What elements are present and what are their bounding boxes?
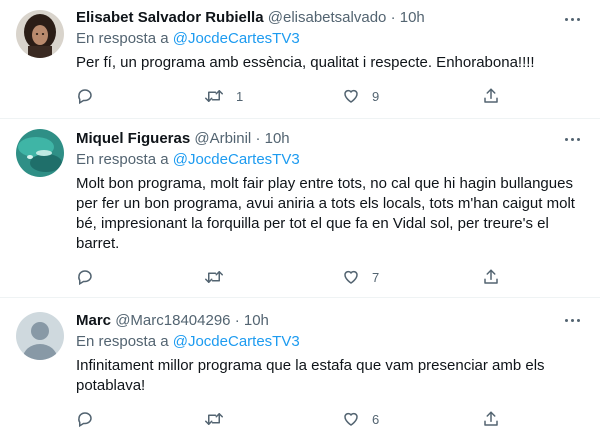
display-name[interactable]: Elisabet Salvador Rubiella — [76, 9, 264, 26]
reply-icon — [78, 270, 92, 286]
reply-prefix: En resposta a — [76, 151, 169, 168]
timestamp[interactable]: 10h — [244, 312, 269, 329]
tweet-text: Per fí, un programa amb essència, qualit… — [76, 54, 535, 71]
reply-button[interactable] — [76, 267, 94, 287]
tweet[interactable]: Miquel Figueras @Arbinil · 10h En respos… — [0, 119, 600, 298]
like-button[interactable]: 6 — [342, 409, 379, 429]
reply-button[interactable] — [76, 86, 94, 106]
like-button[interactable]: 9 — [342, 86, 379, 106]
like-count: 6 — [372, 411, 380, 427]
separator-dot: · — [234, 312, 240, 329]
reply-icon — [78, 89, 92, 105]
separator-dot: · — [255, 130, 261, 147]
user-handle[interactable]: @Arbinil — [194, 130, 251, 147]
share-button[interactable] — [482, 267, 500, 287]
like-count: 9 — [372, 88, 380, 104]
user-handle[interactable]: @Marc18404296 — [115, 312, 230, 329]
reply-context: En resposta a @JocdeCartesTV3 — [76, 332, 584, 352]
tweet-actions: 6 — [76, 409, 516, 429]
retweet-button[interactable] — [204, 267, 236, 287]
separator-dot: · — [390, 9, 396, 26]
tweet[interactable]: Elisabet Salvador Rubiella @elisabetsalv… — [0, 0, 600, 119]
tweet-actions: 7 — [76, 267, 516, 287]
like-count: 7 — [372, 269, 380, 285]
share-button[interactable] — [482, 409, 500, 429]
replies-feed: Elisabet Salvador Rubiella @elisabetsalv… — [0, 0, 600, 439]
tweet-content: Elisabet Salvador Rubiella @elisabetsalv… — [76, 8, 584, 73]
more-icon[interactable] — [562, 9, 582, 29]
share-icon — [484, 88, 498, 103]
user-handle[interactable]: @elisabetsalvado — [268, 9, 387, 26]
tweet-text: Molt bon programa, molt fair play entre … — [76, 175, 575, 252]
tweet-header: Elisabet Salvador Rubiella @elisabetsalv… — [76, 8, 584, 28]
retweet-button[interactable]: 1 — [204, 86, 243, 106]
reply-icon — [78, 412, 92, 428]
reply-button[interactable] — [76, 409, 94, 429]
reply-context: En resposta a @JocdeCartesTV3 — [76, 150, 584, 170]
avatar[interactable] — [16, 10, 64, 58]
tweet[interactable]: Marc @Marc18404296 · 10h En resposta a @… — [0, 298, 600, 439]
timestamp[interactable]: 10h — [400, 9, 425, 26]
like-icon — [344, 412, 358, 426]
reply-context: En resposta a @JocdeCartesTV3 — [76, 29, 584, 49]
like-icon — [344, 270, 358, 284]
tweet-content: Marc @Marc18404296 · 10h En resposta a @… — [76, 311, 584, 396]
more-icon[interactable] — [562, 129, 582, 149]
reply-mention-link[interactable]: @JocdeCartesTV3 — [173, 333, 300, 350]
avatar[interactable] — [16, 129, 64, 177]
more-icon[interactable] — [562, 310, 582, 330]
retweet-button[interactable] — [204, 409, 236, 429]
retweet-icon — [205, 90, 223, 102]
share-icon — [484, 269, 498, 284]
share-button[interactable] — [482, 86, 500, 106]
tweet-header: Miquel Figueras @Arbinil · 10h — [76, 129, 584, 149]
timestamp[interactable]: 10h — [265, 130, 290, 147]
tweet-content: Miquel Figueras @Arbinil · 10h En respos… — [76, 129, 584, 254]
retweet-count: 1 — [236, 88, 244, 104]
reply-prefix: En resposta a — [76, 333, 169, 350]
display-name[interactable]: Miquel Figueras — [76, 130, 190, 147]
like-button[interactable]: 7 — [342, 267, 379, 287]
reply-mention-link[interactable]: @JocdeCartesTV3 — [173, 30, 300, 47]
reply-mention-link[interactable]: @JocdeCartesTV3 — [173, 151, 300, 168]
retweet-icon — [205, 413, 223, 425]
display-name[interactable]: Marc — [76, 312, 111, 329]
like-icon — [344, 89, 358, 103]
share-icon — [484, 411, 498, 426]
reply-prefix: En resposta a — [76, 30, 169, 47]
tweet-actions: 1 9 — [76, 86, 516, 106]
tweet-text: Infinitament millor programa que la esta… — [76, 357, 545, 394]
retweet-icon — [205, 271, 223, 283]
tweet-header: Marc @Marc18404296 · 10h — [76, 311, 584, 331]
avatar[interactable] — [16, 312, 64, 360]
